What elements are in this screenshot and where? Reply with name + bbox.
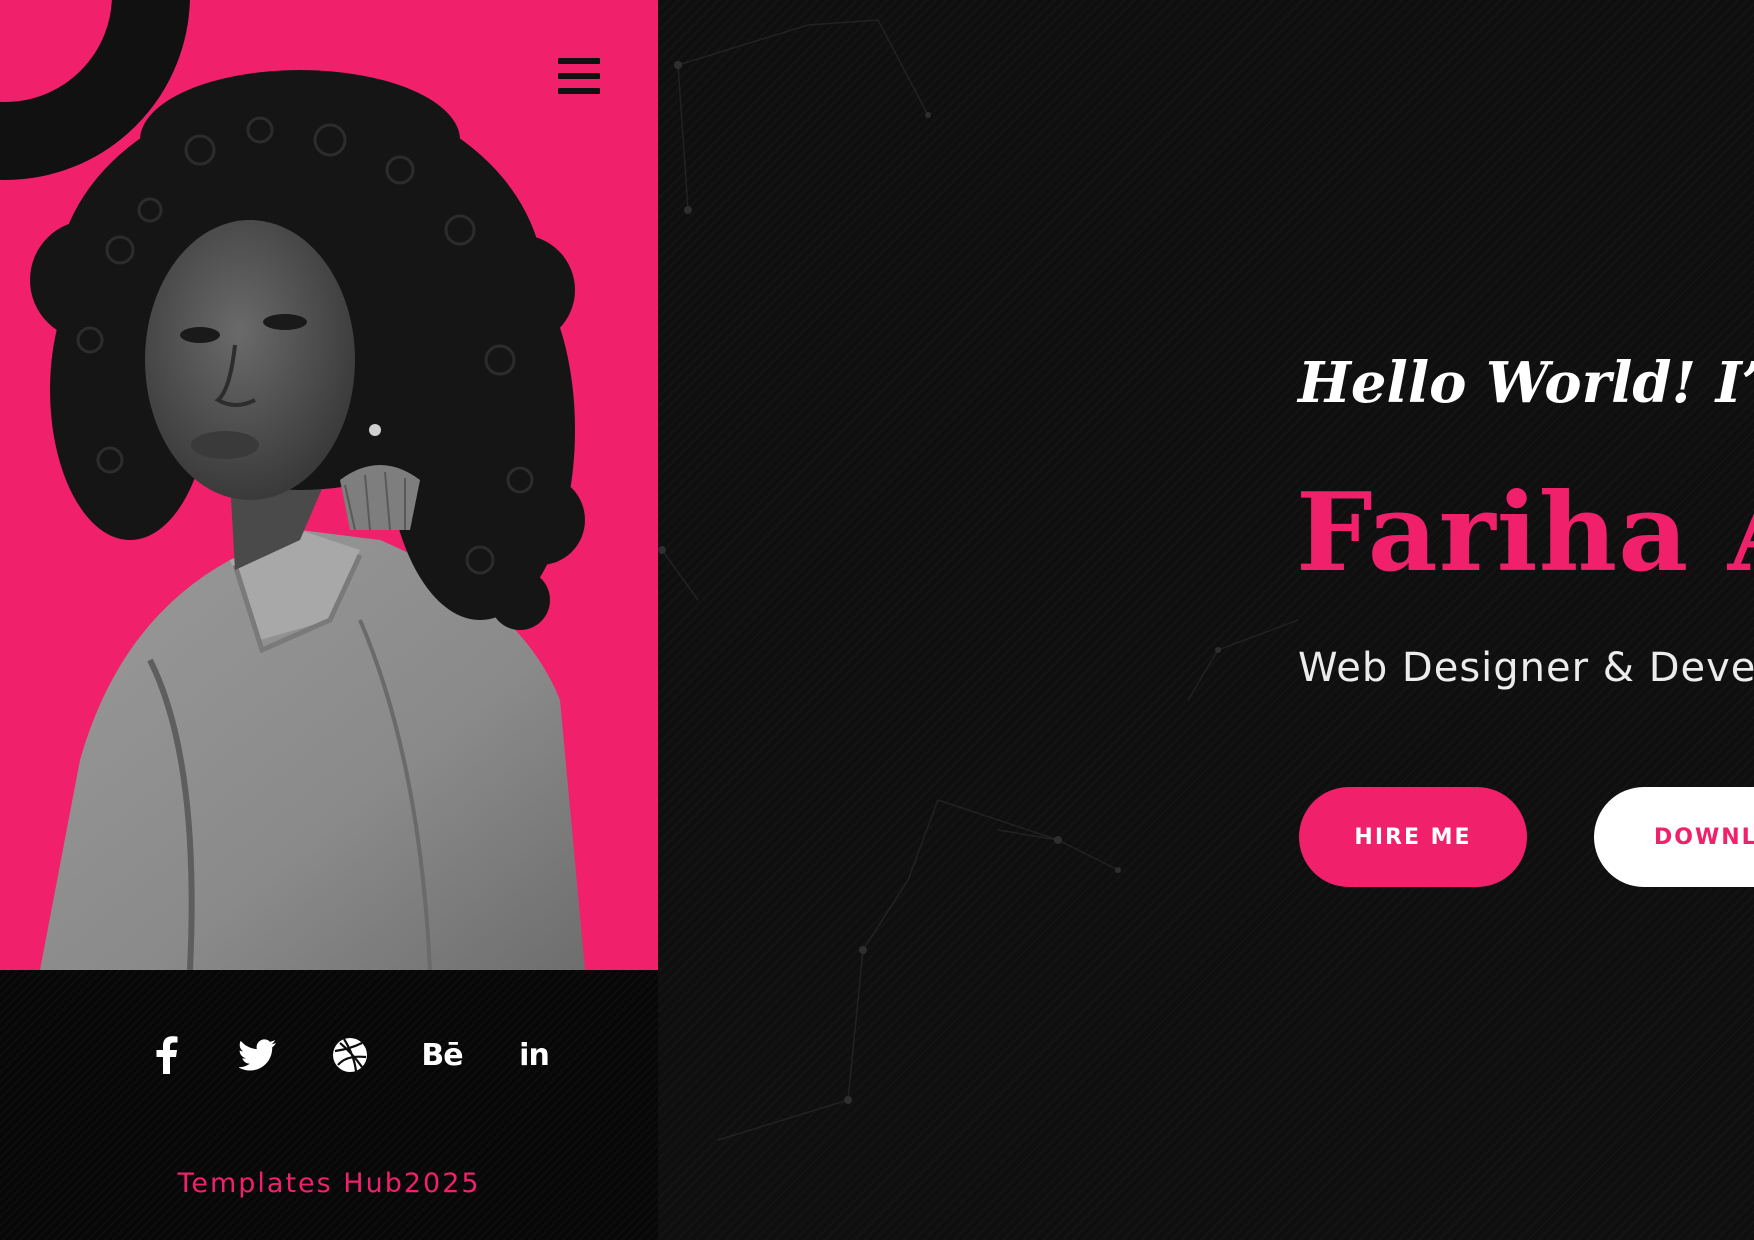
- download-cv-button[interactable]: DOWNL: [1594, 787, 1754, 887]
- facebook-link[interactable]: [120, 1035, 212, 1075]
- portfolio-page: Bē in Templates Hub2025 Hello World! I F…: [0, 0, 1754, 1240]
- linkedin-link[interactable]: in: [488, 1035, 580, 1075]
- hero-role: Web Designer & Devel: [1298, 645, 1754, 691]
- profile-photo-area: [0, 0, 658, 970]
- social-links: Bē in: [120, 1035, 580, 1075]
- hamburger-line: [558, 88, 600, 94]
- twitter-icon: [239, 1039, 276, 1071]
- social-footer: [0, 970, 658, 1240]
- profile-sidebar: Bē in Templates Hub2025: [0, 0, 658, 1240]
- linkedin-icon: in: [519, 1037, 550, 1073]
- behance-icon: Bē: [421, 1037, 463, 1073]
- network-background: [658, 19, 1299, 1141]
- hire-me-button[interactable]: HIRE ME: [1299, 787, 1527, 887]
- copyright-text: Templates Hub2025: [177, 1168, 481, 1199]
- dribbble-link[interactable]: [304, 1035, 396, 1075]
- behance-link[interactable]: Bē: [396, 1035, 488, 1075]
- hero-name: Fariha Ar: [1296, 470, 1754, 596]
- hero-greeting: Hello World! I’m: [1298, 350, 1754, 416]
- dribbble-icon: [333, 1038, 367, 1072]
- hero-section: Hello World! I’m Fariha Ar Web Designer …: [658, 0, 1754, 1240]
- twitter-link[interactable]: [212, 1035, 304, 1075]
- facebook-icon: [156, 1036, 178, 1074]
- hamburger-menu-icon: [558, 58, 600, 64]
- hamburger-line: [558, 73, 600, 79]
- profile-portrait: [30, 70, 585, 970]
- menu-button[interactable]: [558, 58, 600, 96]
